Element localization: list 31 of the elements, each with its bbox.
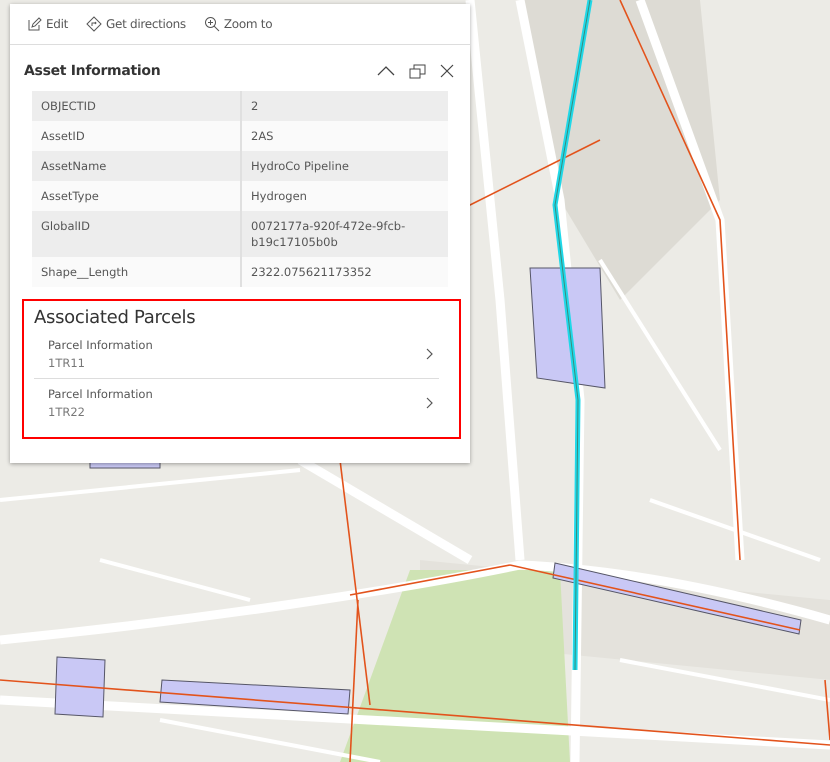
field-name: GlobalID <box>32 211 241 257</box>
record-value: 1TR22 <box>48 405 86 419</box>
toolbar-button[interactable]: Zoom to <box>202 14 274 34</box>
zoom-in-icon <box>204 16 220 32</box>
field-name: AssetType <box>32 181 241 211</box>
toolbar-button[interactable]: Get directions <box>84 14 188 34</box>
close-icon[interactable] <box>440 64 454 78</box>
field-value: 2322.075621173352 <box>241 257 448 287</box>
related-record-item[interactable]: Parcel Information 1TR11 <box>34 334 439 378</box>
collapse-icon[interactable] <box>377 65 395 77</box>
directions-icon <box>86 16 102 32</box>
field-name: Shape__Length <box>32 257 241 287</box>
field-value: 2AS <box>241 121 448 151</box>
field-name: AssetName <box>32 151 241 181</box>
field-value: HydroCo Pipeline <box>241 151 448 181</box>
record-value: 1TR11 <box>48 356 86 370</box>
field-value: 2 <box>241 91 448 121</box>
record-label: Parcel Information <box>48 338 153 352</box>
related-record-item[interactable]: Parcel Information 1TR22 <box>34 378 439 427</box>
dock-icon[interactable] <box>409 64 426 78</box>
toolbar-button[interactable]: Edit <box>26 15 70 33</box>
chevron-right-icon <box>426 397 434 409</box>
chevron-right-icon <box>426 348 434 360</box>
field-name: AssetID <box>32 121 241 151</box>
popup-title: Asset Information <box>24 63 160 79</box>
section-title: Associated Parcels <box>34 307 196 328</box>
pencil-icon <box>28 17 42 31</box>
record-label: Parcel Information <box>48 387 153 401</box>
field-value: 0072177a-920f-472e-9fcb-b19c17105b0b <box>241 211 448 257</box>
field-value: Hydrogen <box>241 181 448 211</box>
field-name: OBJECTID <box>32 91 241 121</box>
